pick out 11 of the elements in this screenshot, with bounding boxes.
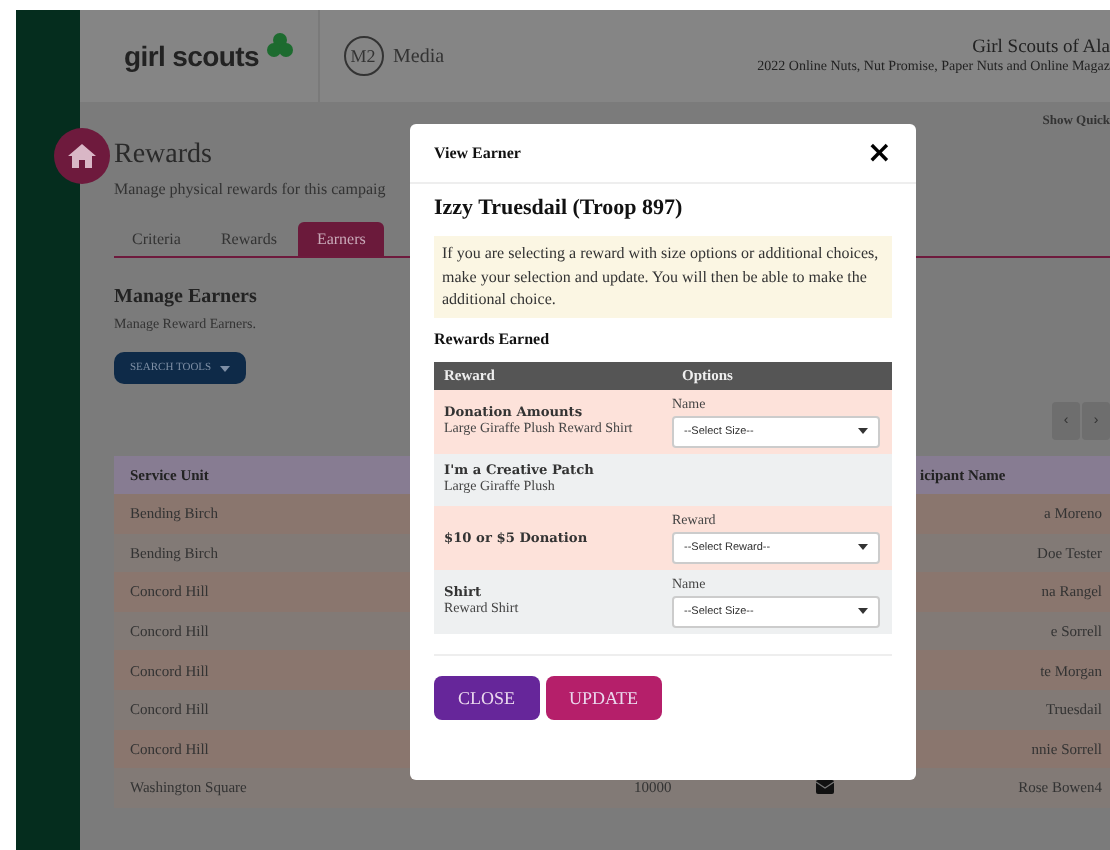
- logo-text: girl scouts: [124, 40, 259, 72]
- earner-name: Izzy Truesdail (Troop 897): [434, 196, 685, 220]
- org-name: Girl Scouts of Ala: [972, 38, 1110, 58]
- section-title: Manage Earners: [114, 286, 257, 308]
- notice-text: If you are selecting a reward with size options or additional choices, make your selection and update. You will then be able to make the additional choice.: [434, 236, 892, 317]
- media-label: Media: [393, 45, 445, 67]
- page-title: Rewards: [114, 140, 212, 172]
- dialog-title: View Earner: [434, 144, 521, 162]
- page-subtitle: Manage physical rewards for this campaig: [114, 180, 388, 198]
- rewards-heading: Rewards Earned: [434, 329, 552, 347]
- media-badge: M2: [343, 36, 383, 76]
